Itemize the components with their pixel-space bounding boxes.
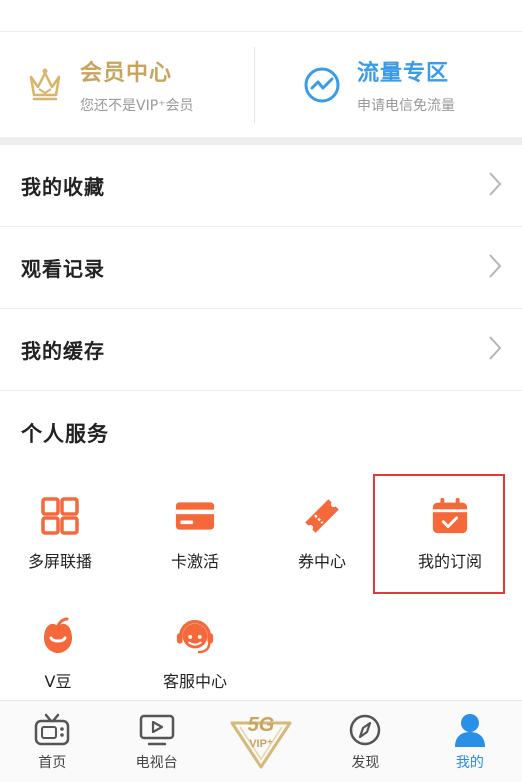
- headset-icon: [175, 616, 215, 656]
- tab-label: 我的: [455, 755, 484, 771]
- tv-icon: [34, 712, 70, 748]
- vip-center-subtitle: 您还不是VIP⁺会员: [80, 98, 194, 114]
- menu-label: 观看记录: [21, 257, 105, 281]
- chevron-right-icon: [488, 253, 502, 283]
- menu-favorites[interactable]: 我的收藏: [0, 145, 522, 227]
- service-multi-screen[interactable]: 多屏联播: [0, 496, 125, 572]
- traffic-chart-icon: [301, 64, 343, 106]
- tab-discover[interactable]: 发现: [313, 701, 417, 782]
- vip-center-title: 会员中心: [80, 61, 173, 86]
- traffic-zone-title: 流量专区: [357, 61, 450, 86]
- highlight-box: [373, 474, 505, 594]
- tab-label: 电视台: [135, 755, 178, 771]
- service-card-activate[interactable]: 卡激活: [130, 496, 260, 572]
- service-label: 客服中心: [162, 672, 227, 691]
- menu-history[interactable]: 观看记录: [0, 227, 522, 309]
- multi-screen-icon: [40, 496, 80, 536]
- bottom-tab-bar: 首页 电视台 5G VIP⁺ 发现 我的: [0, 700, 522, 782]
- tab-label: 发现: [351, 755, 380, 771]
- service-customer-center[interactable]: 客服中心: [130, 616, 260, 692]
- section-gap: [0, 137, 522, 145]
- promo-divider: [254, 47, 255, 123]
- bean-icon: [38, 616, 78, 656]
- vip-center-card[interactable]: 会员中心 您还不是VIP⁺会员: [0, 33, 245, 137]
- tab-label: 首页: [38, 755, 67, 771]
- menu-label: 我的缓存: [21, 339, 105, 363]
- play-screen-icon: [139, 712, 175, 748]
- svg-text:5G: 5G: [248, 714, 275, 736]
- service-label: 卡激活: [170, 552, 219, 571]
- top-strip: [0, 0, 522, 32]
- chevron-right-icon: [488, 171, 502, 201]
- service-v-beans[interactable]: V豆: [0, 616, 123, 692]
- user-icon: [452, 712, 488, 748]
- service-label: V豆: [44, 672, 72, 691]
- tab-home[interactable]: 首页: [0, 701, 104, 782]
- tab-5g-vip[interactable]: 5G VIP⁺: [209, 701, 313, 782]
- tab-mine[interactable]: 我的: [418, 701, 522, 782]
- promo-banner: 会员中心 您还不是VIP⁺会员 流量专区 申请电信免流量: [0, 33, 522, 137]
- service-label: 券中心: [297, 552, 346, 571]
- menu-downloads[interactable]: 我的缓存: [0, 309, 522, 391]
- traffic-zone-subtitle: 申请电信免流量: [357, 98, 455, 114]
- menu-list: 我的收藏 观看记录 我的缓存: [0, 145, 522, 391]
- traffic-zone-card[interactable]: 流量专区 申请电信免流量: [245, 33, 522, 137]
- crown-icon: [24, 64, 66, 106]
- 5g-vip-badge-icon: 5G VIP⁺: [226, 709, 296, 775]
- ticket-icon: [302, 496, 342, 536]
- chevron-right-icon: [488, 335, 502, 365]
- service-coupons[interactable]: 券中心: [257, 496, 387, 572]
- service-label: 多屏联播: [27, 552, 92, 571]
- tab-tv-station[interactable]: 电视台: [104, 701, 208, 782]
- card-icon: [175, 496, 215, 536]
- compass-icon: [347, 712, 383, 748]
- section-title: 个人服务: [21, 422, 109, 446]
- svg-text:VIP⁺: VIP⁺: [249, 738, 273, 750]
- menu-label: 我的收藏: [21, 175, 105, 199]
